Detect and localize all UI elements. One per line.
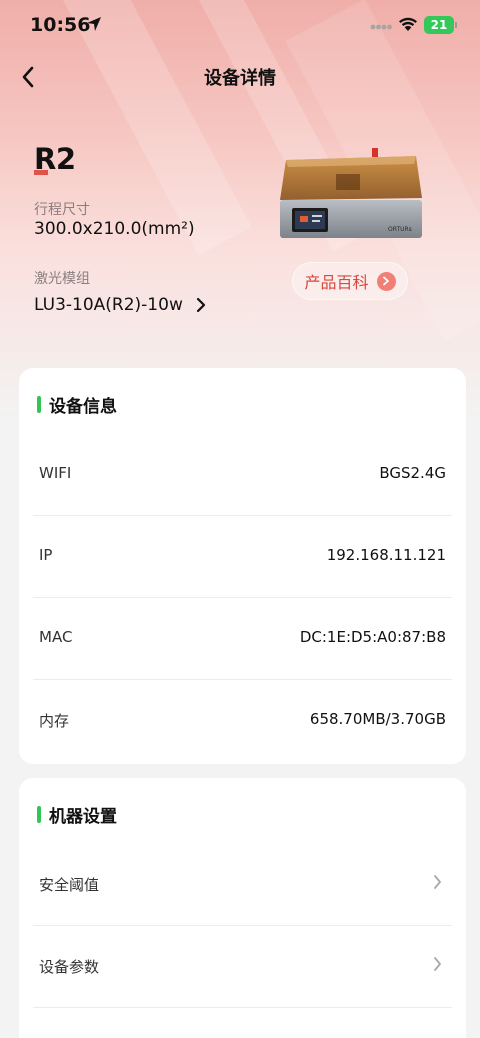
chevron-right-icon <box>197 297 206 313</box>
settings-row-device-params[interactable]: 设备参数 <box>33 926 452 1008</box>
section-accent-bar <box>37 396 41 413</box>
chevron-right-circle-icon <box>376 271 396 291</box>
info-value: DC:1E:D5:A0:87:B8 <box>299 628 446 646</box>
laser-engraver-image: ORTURs <box>280 148 422 238</box>
info-value: BGS2.4G <box>379 464 446 482</box>
laser-module-value: LU3-10A(R2)-10w <box>34 295 183 315</box>
info-label: MAC <box>39 628 73 646</box>
wifi-icon <box>399 17 417 31</box>
device-info-title: 设备信息 <box>49 397 117 417</box>
laser-module-link[interactable]: LU3-10A(R2)-10w <box>34 295 206 315</box>
travel-size-value: 300.0x210.0(mm²) <box>34 219 195 239</box>
chevron-right-icon <box>434 875 441 889</box>
product-wiki-button[interactable]: 产品百科 <box>292 262 408 300</box>
cellular-signal-icon <box>370 24 392 30</box>
row-divider <box>33 1007 452 1008</box>
info-label: WIFI <box>39 464 72 482</box>
location-arrow-icon <box>87 17 101 31</box>
settings-row-safety-threshold[interactable]: 安全阈值 <box>33 844 452 926</box>
device-info-card: 设备信息 WIFI BGS2.4G IP 192.168.11.121 MAC … <box>19 368 466 764</box>
info-row-mac: MAC DC:1E:D5:A0:87:B8 <box>33 598 452 680</box>
laser-module-label: 激光模组 <box>34 271 90 287</box>
travel-size-label: 行程尺寸 <box>34 202 90 218</box>
machine-settings-card: 机器设置 安全阈值 设备参数 <box>19 778 466 1038</box>
chevron-right-icon <box>434 957 441 971</box>
info-label: 内存 <box>39 712 70 730</box>
status-time: 10:56 <box>30 14 91 36</box>
info-value: 658.70MB/3.70GB <box>309 710 446 728</box>
section-accent-bar <box>37 806 41 823</box>
info-row-wifi: WIFI BGS2.4G <box>33 434 452 516</box>
machine-settings-title: 机器设置 <box>49 807 117 827</box>
info-row-memory: 内存 658.70MB/3.70GB <box>33 680 452 762</box>
info-row-ip: IP 192.168.11.121 <box>33 516 452 598</box>
battery-indicator: 21 <box>424 16 457 34</box>
info-value: 192.168.11.121 <box>326 546 446 564</box>
battery-level: 21 <box>430 18 448 32</box>
status-bar: 10:56 21 <box>0 0 480 52</box>
settings-label: 安全阈值 <box>39 876 100 894</box>
printer-brand-label: ORTURs <box>388 226 412 233</box>
model-accent-mark <box>34 170 48 175</box>
product-wiki-label: 产品百科 <box>304 273 369 292</box>
settings-label: 设备参数 <box>39 958 100 976</box>
page-title: 设备详情 <box>204 68 276 89</box>
info-label: IP <box>39 546 53 564</box>
